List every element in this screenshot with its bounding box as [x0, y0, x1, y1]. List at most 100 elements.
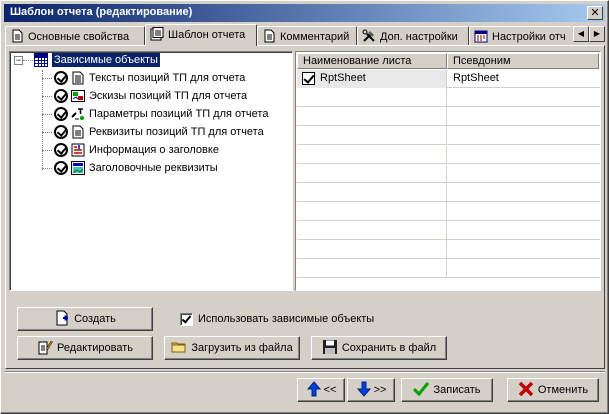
tree-connector [42, 168, 52, 169]
parameters-icon [71, 108, 84, 120]
dependent-objects-tree[interactable]: − Зависимые объекты Тексты позиций ТП дл… [9, 51, 293, 291]
empty-row [297, 222, 600, 240]
tree-item-label: Информация о заголовке [89, 144, 219, 156]
empty-row [297, 184, 600, 202]
text-doc-icon [72, 71, 84, 85]
edit-button[interactable]: Редактировать [17, 336, 153, 360]
tree-item[interactable]: Реквизиты позиций ТП для отчета [42, 124, 290, 142]
checkmark-icon [413, 382, 430, 397]
grid-icon [34, 53, 48, 67]
report-template-window: Шаблон отчета (редактирование) ✕ Основны… [0, 0, 609, 414]
tree-connector [42, 78, 52, 79]
checkbox-box[interactable] [180, 313, 193, 326]
document-icon [12, 29, 23, 43]
floppy-disk-icon [322, 340, 337, 354]
tree-item-label: Заголовочные реквизиты [89, 162, 218, 174]
previous-button-label: << [323, 384, 337, 396]
tree-item-label: Эскизы позиций ТП для отчета [89, 90, 248, 102]
header-info-icon [71, 143, 85, 157]
table-cell-sheet-name[interactable]: RptSheet [297, 70, 447, 88]
save-file-button-label: Сохранить в файл [341, 342, 437, 354]
tree-connector [42, 150, 52, 151]
tree-collapse-icon[interactable]: − [14, 56, 23, 65]
checked-circle-icon[interactable] [54, 125, 68, 139]
checked-circle-icon[interactable] [54, 89, 68, 103]
tree-connector [42, 114, 52, 115]
comment-icon [264, 29, 275, 43]
title-bar[interactable]: Шаблон отчета (редактирование) ✕ [4, 4, 605, 22]
empty-row [297, 89, 600, 107]
tab-comment[interactable]: Комментарий [257, 26, 357, 45]
folder-icon [171, 342, 186, 353]
header-requisites-icon [71, 161, 85, 175]
row-checkbox[interactable] [302, 72, 315, 85]
checked-circle-icon[interactable] [54, 71, 68, 85]
save-button-label: Записать [433, 384, 481, 396]
tree-item[interactable]: Эскизы позиций ТП для отчета [42, 88, 290, 106]
cancel-button-label: Отменить [537, 384, 589, 396]
requisites-icon [72, 125, 84, 139]
tab-main-properties[interactable]: Основные свойства [5, 26, 145, 45]
table-row[interactable]: RptSheet RptSheet [297, 70, 600, 88]
arrow-up-icon [306, 381, 321, 397]
create-button[interactable]: Создать [17, 307, 153, 331]
tab-label: Шаблон отчета [168, 29, 246, 41]
next-button[interactable]: >> [347, 378, 395, 402]
tree-item-label: Реквизиты позиций ТП для отчета [89, 126, 264, 138]
arrow-down-icon [356, 381, 371, 397]
empty-row [297, 108, 600, 126]
tab-label: Настройки отч [492, 31, 566, 43]
empty-row [297, 127, 600, 145]
checkbox-label[interactable]: Использовать зависимые объекты [198, 313, 374, 325]
checked-circle-icon[interactable] [54, 107, 68, 121]
column-header-sheet-name[interactable]: Наименование листа [297, 53, 447, 69]
sheet-name-text: RptSheet [320, 72, 366, 84]
edit-document-icon [38, 340, 53, 355]
table-cell-alias[interactable]: RptSheet [447, 70, 600, 88]
save-button[interactable]: Записать [401, 378, 493, 402]
tree-item[interactable]: Параметры позиций ТП для отчета [42, 106, 290, 124]
tab-scroll-right-button[interactable]: ▶ [589, 26, 605, 42]
save-to-file-button[interactable]: Сохранить в файл [311, 336, 447, 360]
checked-circle-icon[interactable] [54, 161, 68, 175]
window-title: Шаблон отчета (редактирование) [10, 6, 193, 18]
load-button-label: Загрузить из файла [191, 342, 293, 354]
previous-button[interactable]: << [297, 378, 345, 402]
tab-extra-settings[interactable]: Доп. настройки [357, 26, 469, 45]
tree-item-label: Параметры позиций ТП для отчета [89, 108, 269, 120]
tab-report-template[interactable]: Шаблон отчета [145, 24, 257, 46]
create-button-label: Создать [74, 313, 116, 325]
alias-text: RptSheet [453, 72, 499, 84]
tree-item[interactable]: Тексты позиций ТП для отчета [42, 70, 290, 88]
tree-connector [42, 132, 52, 133]
new-document-icon [56, 310, 69, 326]
calendar-icon [474, 30, 488, 43]
tree-item[interactable]: Заголовочные реквизиты [42, 160, 290, 178]
empty-row [297, 241, 600, 259]
sheets-grid[interactable]: Наименование листа Псевдоним RptSheet Rp… [295, 51, 601, 291]
tab-label: Основные свойства [28, 31, 130, 43]
next-button-label: >> [373, 384, 387, 396]
tab-report-settings[interactable]: Настройки отч [469, 26, 571, 45]
sketch-icon [71, 90, 85, 102]
tab-label: Комментарий [280, 31, 350, 43]
close-button[interactable]: ✕ [587, 6, 603, 20]
checked-circle-icon[interactable] [54, 143, 68, 157]
column-header-alias[interactable]: Псевдоним [447, 53, 599, 69]
tab-label: Доп. настройки [380, 31, 458, 43]
cancel-button[interactable]: Отменить [507, 378, 599, 402]
cross-icon [518, 381, 534, 397]
edit-button-label: Редактировать [57, 342, 133, 354]
load-from-file-button[interactable]: Загрузить из файла [164, 336, 300, 360]
empty-row [297, 260, 600, 278]
empty-row [297, 146, 600, 164]
empty-row [297, 165, 600, 183]
tree-item-label: Тексты позиций ТП для отчета [89, 72, 246, 84]
tree-connector [23, 60, 33, 61]
tab-scroll-left-button[interactable]: ◀ [573, 26, 589, 42]
template-icon [150, 27, 164, 41]
tree-connector [42, 96, 52, 97]
tree-root-label[interactable]: Зависимые объекты [52, 53, 160, 67]
separator [5, 371, 605, 373]
tree-item[interactable]: Информация о заголовке [42, 142, 290, 160]
